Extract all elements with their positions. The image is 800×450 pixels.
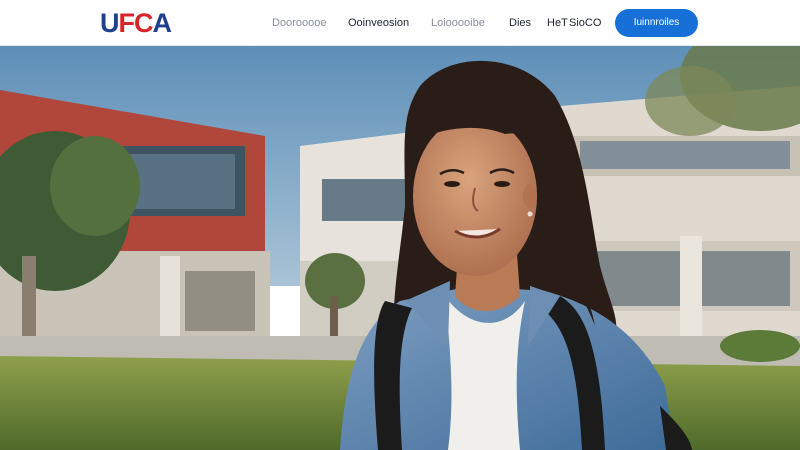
campus-student-photo-icon: [0, 46, 800, 450]
nav-item-2[interactable]: Ooinveosion: [348, 16, 409, 30]
site-header: UFCA Doorooooe Ooinveosion Loiooooibe Di…: [0, 0, 800, 46]
nav-item-4[interactable]: Dies: [509, 16, 531, 30]
cta-button[interactable]: Iuinnroiles: [615, 9, 698, 37]
hero-image: [0, 46, 800, 450]
brand-logo[interactable]: UFCA: [100, 8, 172, 38]
nav-item-3[interactable]: Loiooooibe: [431, 16, 485, 30]
nav-item-5[interactable]: HeT: [547, 16, 568, 30]
nav-item-6[interactable]: SioCO: [569, 16, 601, 30]
nav-item-1[interactable]: Doorooooe: [272, 16, 326, 30]
